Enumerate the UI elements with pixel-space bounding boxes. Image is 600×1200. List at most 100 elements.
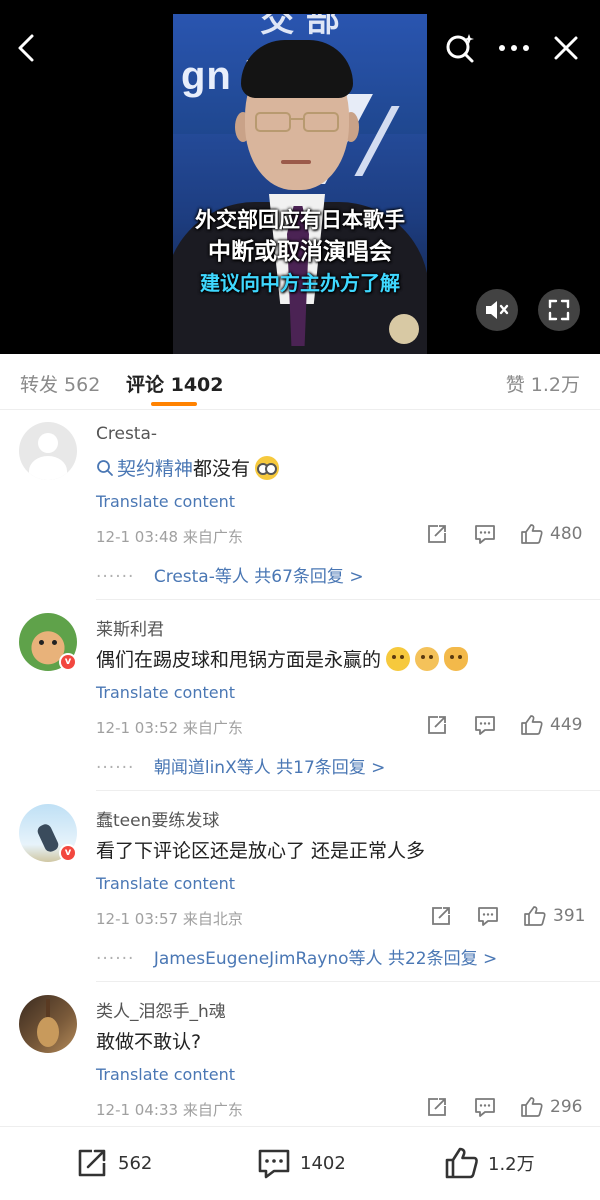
translate-link[interactable]: Translate content [96, 1065, 235, 1084]
comment-body: 都没有 [193, 458, 251, 480]
reply-button[interactable] [477, 902, 499, 930]
comment-time: 12-1 03:52 [96, 719, 179, 737]
avatar[interactable] [19, 422, 77, 480]
share-button[interactable] [426, 711, 448, 739]
comment-location: 来自广东 [182, 719, 243, 737]
comment-text: 敢做不敢认? [96, 1027, 201, 1054]
avatar[interactable] [19, 995, 77, 1053]
tab-comments[interactable]: 评论 1402 [126, 370, 224, 397]
reply-users: 朝闻道linX等人 [153, 758, 271, 778]
share-button[interactable] [426, 1093, 448, 1121]
view-replies-link[interactable]: ······ Cresta-等人 共67条回复 > [96, 562, 364, 587]
comment-username[interactable]: Cresta- [96, 424, 157, 444]
reply-button[interactable] [474, 1093, 496, 1121]
thread-dots: ······ [96, 567, 135, 587]
thumbs-up-icon [524, 906, 546, 926]
repost-icon [78, 1149, 106, 1177]
comment-button[interactable]: 1402 [256, 1145, 346, 1181]
video-player[interactable]: 交 部 gn irs 外交部回应有日本歌手 中断或取消演唱会 建议向中方主办方了… [0, 0, 600, 354]
divider [96, 599, 600, 600]
like-button[interactable]: 480 [520, 520, 582, 548]
speaker-figure [173, 34, 427, 354]
comment-icon [475, 716, 495, 735]
like-count: 449 [550, 715, 583, 735]
divider [96, 981, 600, 982]
repost-count: 562 [118, 1152, 153, 1174]
comment-username[interactable]: 蠢teen要练发球 [96, 806, 219, 831]
glasses-emoji-icon [255, 455, 280, 480]
comment-meta: 12-1 03:52 来自广东 [96, 717, 243, 738]
thumbs-up-icon [521, 1097, 543, 1117]
reply-button[interactable] [474, 711, 496, 739]
back-button[interactable] [10, 28, 42, 68]
search-button[interactable] [440, 28, 480, 68]
smile-emoji-icon [386, 646, 411, 671]
thumbs-up-icon [521, 524, 543, 544]
thumbs-up-icon [521, 715, 543, 735]
view-replies-link[interactable]: ······ JamesEugeneJimRayno等人 共22条回复 > [96, 944, 497, 969]
like-count: 391 [553, 906, 586, 926]
comment-text: 偶们在踢皮球和甩锅方面是永赢的 [96, 645, 469, 672]
comment-username[interactable]: 类人_泪怨手_h魂 [96, 997, 226, 1022]
mute-icon [486, 301, 509, 319]
thread-dots: ······ [96, 949, 135, 969]
fullscreen-icon [548, 299, 570, 321]
search-icon [97, 459, 113, 476]
reply-count: 共17条回复 > [276, 758, 386, 778]
like-button[interactable]: 391 [523, 902, 585, 930]
mute-button[interactable] [476, 289, 518, 331]
comment-time: 12-1 03:48 [96, 528, 179, 546]
thumbs-up-icon [445, 1147, 478, 1179]
close-icon [554, 36, 578, 60]
comment-location: 来自广东 [182, 1101, 243, 1119]
comment-meta: 12-1 03:48 来自广东 [96, 526, 243, 547]
shy-emoji-icon [415, 646, 440, 671]
tab-repost[interactable]: 转发 562 [20, 370, 100, 397]
share-icon [428, 525, 446, 543]
comment-icon [475, 525, 495, 544]
comment-location: 来自广东 [182, 528, 243, 546]
translate-link[interactable]: Translate content [96, 492, 235, 511]
share-icon [428, 1098, 446, 1116]
comment-text: 契约精神 都没有 [96, 454, 280, 481]
comment-time: 12-1 04:33 [96, 1101, 179, 1119]
comment-body: 敢做不敢认? [96, 1031, 202, 1053]
topic-link[interactable]: 契约精神 [96, 454, 193, 481]
chevron-left-icon [18, 34, 34, 62]
like-button[interactable]: 1.2万 [444, 1145, 535, 1181]
comment-meta: 12-1 03:57 来自北京 [96, 908, 243, 929]
comment-username[interactable]: 莱斯利君 [96, 615, 164, 640]
like-count: 1.2万 [488, 1154, 535, 1175]
comment-tabs: 转发 562 评论 1402 赞 1.2万 [0, 354, 600, 410]
comment-item: 类人_泪怨手_h魂 敢做不敢认? Translate content 12-1 … [0, 983, 600, 1126]
translate-link[interactable]: Translate content [96, 874, 235, 893]
video-caption: 外交部回应有日本歌手 中断或取消演唱会 建议向中方主办方了解 [173, 204, 427, 298]
reply-count: 共67条回复 > [254, 567, 364, 587]
close-button[interactable] [546, 28, 586, 68]
doge-emoji-icon [444, 646, 469, 671]
video-frame: 交 部 gn irs 外交部回应有日本歌手 中断或取消演唱会 建议向中方主办方了… [173, 14, 427, 354]
comment-item: v 蠢teen要练发球 看了下评论区还是放心了 还是正常人多 Translate… [0, 792, 600, 982]
fullscreen-button[interactable] [538, 289, 580, 331]
more-button[interactable] [494, 28, 534, 68]
tab-likes[interactable]: 赞 1.2万 [506, 370, 580, 397]
divider [96, 790, 600, 791]
like-button[interactable]: 296 [520, 1093, 582, 1121]
comment-body: 看了下评论区还是放心了 还是正常人多 [96, 840, 426, 862]
caption-line-3: 建议向中方主办方了解 [200, 271, 400, 295]
thread-dots: ······ [96, 758, 135, 778]
like-count: 296 [550, 1097, 583, 1117]
reply-button[interactable] [474, 520, 496, 548]
reply-users: JamesEugeneJimRayno等人 [153, 949, 383, 969]
share-button[interactable] [426, 520, 448, 548]
view-replies-link[interactable]: ······ 朝闻道linX等人 共17条回复 > [96, 753, 385, 778]
repost-button[interactable]: 562 [74, 1145, 152, 1181]
topic-label: 契约精神 [117, 458, 194, 480]
translate-link[interactable]: Translate content [96, 683, 235, 702]
share-button[interactable] [430, 902, 452, 930]
verified-badge: v [59, 653, 77, 671]
verified-badge: v [59, 844, 77, 862]
like-button[interactable]: 449 [520, 711, 582, 739]
comment-icon [258, 1149, 290, 1179]
comment-icon [475, 1098, 495, 1117]
